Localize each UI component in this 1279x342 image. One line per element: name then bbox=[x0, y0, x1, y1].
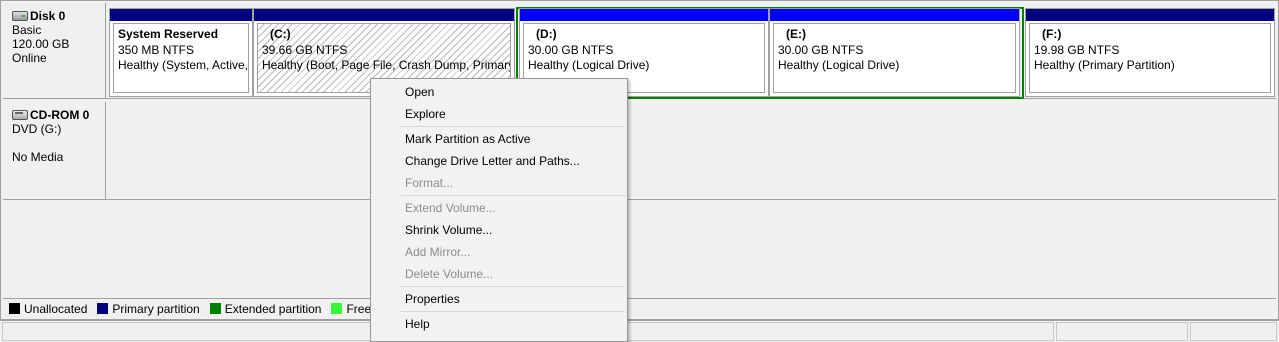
menu-separator bbox=[401, 286, 625, 287]
cdrom-status: No Media bbox=[12, 150, 64, 164]
menu-separator bbox=[401, 126, 625, 127]
menu-item-mark-partition-active[interactable]: Mark Partition as Active bbox=[371, 128, 627, 150]
menu-separator bbox=[401, 311, 625, 312]
disk-0-row: Disk 0 Basic 120.00 GB Online System Res… bbox=[3, 3, 1276, 99]
legend-swatch bbox=[9, 303, 20, 314]
status-cell-2 bbox=[1056, 322, 1188, 341]
menu-separator bbox=[401, 195, 625, 196]
menu-item-explore[interactable]: Explore bbox=[371, 103, 627, 125]
disk-status: Online bbox=[12, 51, 47, 65]
disk-name: Disk 0 bbox=[30, 9, 66, 23]
cd-drive-icon bbox=[12, 110, 28, 120]
partition-status: Healthy (Primary Partition) bbox=[1034, 58, 1175, 72]
disk-0-label[interactable]: Disk 0 Basic 120.00 GB Online bbox=[3, 3, 106, 98]
menu-item-add-mirror: Add Mirror... bbox=[405, 245, 471, 259]
menu-item-open[interactable]: Open bbox=[371, 81, 627, 103]
menu-item-help[interactable]: Help bbox=[371, 313, 627, 335]
partition-size: 30.00 GB NTFS bbox=[778, 42, 864, 57]
menu-item-shrink-volume[interactable]: Shrink Volume... bbox=[371, 219, 627, 241]
menu-item-extend-volume: Extend Volume... bbox=[405, 201, 496, 215]
hard-disk-icon bbox=[12, 11, 28, 21]
partition-name: (D:) bbox=[536, 27, 557, 41]
partition-name: System Reserved bbox=[118, 27, 219, 41]
legend-swatch bbox=[331, 303, 343, 314]
cdrom-media-area[interactable] bbox=[107, 102, 1276, 199]
partition-status: Healthy (Logical Drive) bbox=[778, 58, 900, 72]
partition-size: 350 MB NTFS bbox=[118, 42, 195, 57]
legend-swatch bbox=[209, 303, 221, 314]
legend: Unallocated Primary partition Extended p… bbox=[3, 298, 1276, 318]
partition-bar bbox=[254, 9, 514, 21]
legend-unallocated: Unallocated bbox=[9, 302, 87, 316]
partition-size: 30.00 GB NTFS bbox=[528, 42, 614, 57]
menu-item-format: Format... bbox=[405, 176, 454, 190]
cdrom-type: DVD (G:) bbox=[12, 122, 62, 136]
partition-f[interactable]: (F:) 19.98 GB NTFS Healthy (Primary Part… bbox=[1025, 8, 1275, 97]
partition-bar bbox=[520, 9, 768, 21]
disk-size: 120.00 GB bbox=[12, 37, 70, 51]
context-menu: Open Explore Mark Partition as Active Ch… bbox=[370, 78, 628, 342]
partition-bar bbox=[1026, 9, 1274, 21]
partition-name: (F:) bbox=[1042, 27, 1062, 41]
menu-item-change-drive-letter[interactable]: Change Drive Letter and Paths... bbox=[371, 150, 627, 172]
status-bar bbox=[0, 320, 1279, 342]
disk-type: Basic bbox=[12, 23, 42, 37]
legend-swatch bbox=[97, 303, 109, 314]
disk-graphical-view: Disk 0 Basic 120.00 GB Online System Res… bbox=[0, 0, 1279, 320]
partition-bar bbox=[110, 9, 252, 21]
partition-status: Healthy (Logical Drive) bbox=[528, 58, 650, 72]
menu-item-properties[interactable]: Properties bbox=[371, 288, 627, 310]
partition-name: (E:) bbox=[786, 27, 806, 41]
legend-extended-partition: Extended partition bbox=[209, 302, 321, 316]
partition-status: Healthy (Boot, Page File, Crash Dump, Pr… bbox=[262, 58, 511, 72]
partition-bar bbox=[770, 9, 1019, 21]
status-cell-3 bbox=[1190, 322, 1277, 341]
partition-status: Healthy (System, Active, bbox=[118, 58, 249, 72]
partition-system-reserved[interactable]: System Reserved 350 MB NTFS Healthy (Sys… bbox=[109, 8, 253, 97]
partition-name: (C:) bbox=[270, 27, 291, 41]
partition-e[interactable]: (E:) 30.00 GB NTFS Healthy (Logical Driv… bbox=[769, 8, 1020, 97]
cdrom-0-row: CD-ROM 0 DVD (G:) No Media bbox=[3, 102, 1276, 200]
partition-size: 39.66 GB NTFS bbox=[262, 42, 348, 57]
cdrom-0-label[interactable]: CD-ROM 0 DVD (G:) No Media bbox=[3, 102, 106, 199]
menu-item-delete-volume: Delete Volume... bbox=[405, 267, 494, 281]
partition-size: 19.98 GB NTFS bbox=[1034, 42, 1120, 57]
cdrom-name: CD-ROM 0 bbox=[30, 108, 90, 122]
legend-primary-partition: Primary partition bbox=[97, 302, 200, 316]
